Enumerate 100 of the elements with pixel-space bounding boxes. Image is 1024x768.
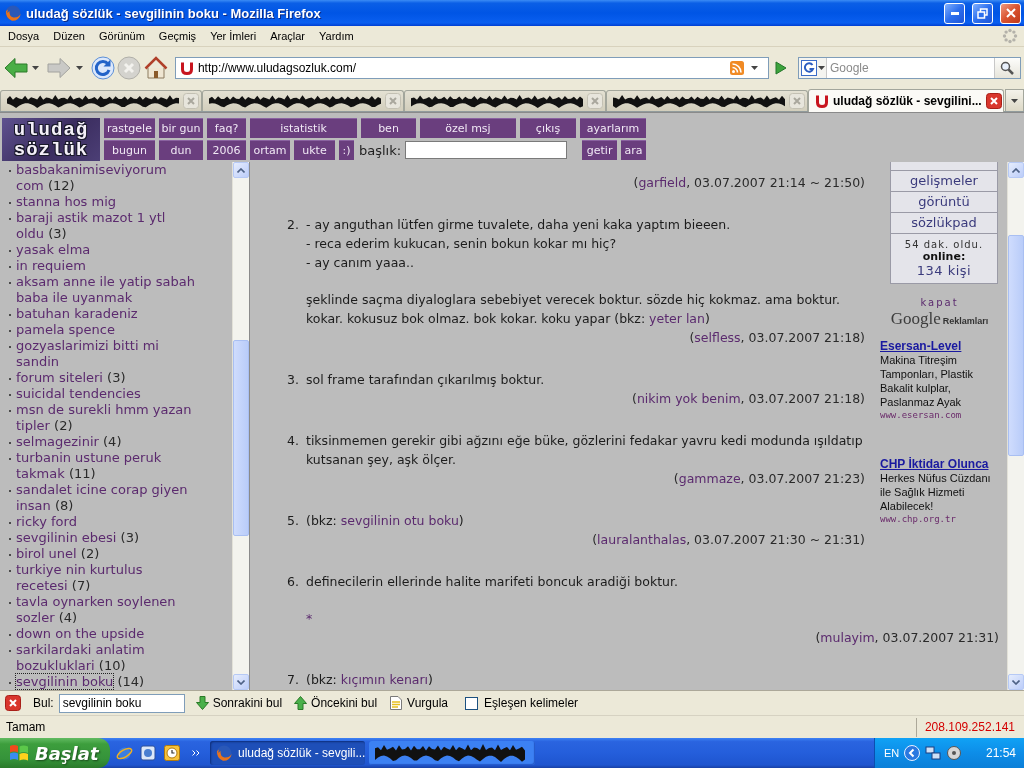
menu-item[interactable]: Dosya xyxy=(1,26,47,46)
find-field[interactable]: sevgilinin boku xyxy=(58,693,185,713)
topic-link[interactable]: ricky ford xyxy=(16,514,77,530)
url-bar[interactable]: http://www.uludagsozluk.com/ xyxy=(174,56,769,79)
search-submit-button[interactable]: ara xyxy=(621,140,647,160)
search-button[interactable] xyxy=(994,57,1020,78)
scroll-up-button[interactable] xyxy=(1008,162,1024,178)
panel-link[interactable]: görüntü xyxy=(891,192,997,213)
scrollbar-thumb[interactable] xyxy=(233,340,249,536)
checkbox[interactable] xyxy=(465,696,479,710)
start-button[interactable]: Başlat xyxy=(0,738,110,768)
highlight-button[interactable]: Vurgula xyxy=(386,693,452,713)
topic-link[interactable]: basbakanimiseviyorum com (12) xyxy=(16,162,196,194)
panel-link[interactable]: sözlükpad xyxy=(891,213,997,234)
quick-launch-button[interactable] xyxy=(138,742,158,764)
topic-link[interactable]: pamela spence xyxy=(16,322,115,338)
topic-link[interactable]: turkiye nin kurtulus recetesi (7) xyxy=(16,562,196,594)
author-link[interactable]: mulayim xyxy=(820,630,875,645)
nav-button[interactable]: ukte xyxy=(294,140,335,160)
online-count[interactable]: 134 kişi xyxy=(916,263,972,279)
site-logo[interactable]: uludağ sözlük xyxy=(2,118,100,161)
scrollbar-thumb[interactable] xyxy=(1008,235,1024,456)
author-link[interactable]: garfield xyxy=(638,175,687,190)
reference-link[interactable]: * xyxy=(306,611,313,626)
nav-button[interactable]: :) xyxy=(339,140,354,160)
nav-button[interactable]: bir gun xyxy=(159,118,203,138)
close-button[interactable] xyxy=(1000,2,1021,24)
search-engine-button[interactable] xyxy=(799,57,827,78)
tab-list-button[interactable] xyxy=(1005,89,1024,111)
reference-link[interactable]: sevgilinin otu boku xyxy=(340,513,459,528)
nav-button[interactable]: ortam xyxy=(250,140,290,160)
topic-link[interactable]: msn de surekli hmm yazan tipler (2) xyxy=(16,402,196,434)
taskbar-button[interactable] xyxy=(369,741,535,765)
author-link[interactable]: selfless xyxy=(694,330,741,345)
topic-link[interactable]: down on the upside xyxy=(16,626,145,642)
topic-link[interactable]: selmagezinir (4) xyxy=(16,434,122,450)
language-indicator[interactable]: EN xyxy=(884,747,900,759)
topic-link[interactable]: sarkilardaki anlatim bozukluklari (10) xyxy=(16,642,196,674)
title-search-field[interactable] xyxy=(405,141,568,159)
nav-button[interactable]: istatistik xyxy=(250,118,357,138)
nav-button[interactable]: ben xyxy=(361,118,416,138)
menu-item[interactable]: Yardım xyxy=(312,26,361,46)
ad-url-link[interactable]: www.esersan.com xyxy=(880,409,962,421)
topic-link[interactable]: forum siteleri (3) xyxy=(16,370,126,386)
restore-button[interactable] xyxy=(972,2,993,24)
topic-link[interactable]: suicidal tendencies xyxy=(16,386,141,402)
ad-title-link[interactable]: CHP İktidar Olunca xyxy=(880,457,989,471)
topic-link[interactable]: turbanin ustune peruk takmak (11) xyxy=(16,450,196,482)
topic-link[interactable]: batuhan karadeniz xyxy=(16,306,138,322)
topic-link[interactable]: in requiem xyxy=(16,258,86,274)
browser-tab[interactable] xyxy=(404,90,606,111)
topic-link[interactable]: stanna hos mig xyxy=(16,194,117,210)
nav-button[interactable]: dun xyxy=(159,140,203,160)
author-link[interactable]: gammaze xyxy=(678,471,741,486)
find-previous-button[interactable]: Öncekini bul xyxy=(291,693,381,713)
topic-link[interactable]: sevgilinin ebesi (3) xyxy=(16,530,139,546)
browser-tab[interactable] xyxy=(606,90,808,111)
browser-tab[interactable] xyxy=(202,90,404,111)
quick-launch-button[interactable] xyxy=(162,742,182,764)
search-bar[interactable]: Google xyxy=(798,56,1021,79)
checkbox-label[interactable]: Eşleşen kelimeler xyxy=(484,696,579,710)
reference-link[interactable]: kıçımın kenarı xyxy=(340,672,429,687)
ad-title-link[interactable]: Esersan-Level xyxy=(880,339,962,353)
find-next-button[interactable]: Sonrakini bul xyxy=(192,693,286,713)
nav-button[interactable]: ayarlarım xyxy=(580,118,646,138)
reference-link[interactable]: yeter lan xyxy=(649,311,705,326)
scroll-down-button[interactable] xyxy=(233,674,249,690)
nav-button[interactable]: 2006 xyxy=(207,140,246,160)
topic-link[interactable]: tavla oynarken soylenen sozler (4) xyxy=(16,594,196,626)
ad-url-link[interactable]: www.chp.org.tr xyxy=(880,513,956,525)
url-field[interactable]: http://www.uludagsozluk.com/ xyxy=(197,60,726,75)
menu-item[interactable]: Araçlar xyxy=(263,26,313,46)
topic-link[interactable]: yasak elma xyxy=(16,242,91,258)
menu-item[interactable]: Görünüm xyxy=(92,26,152,46)
nav-button[interactable]: özel msj xyxy=(420,118,516,138)
topic-link[interactable]: sevgilinin boku (14) xyxy=(16,674,145,690)
nav-button[interactable]: çıkış xyxy=(520,118,576,138)
nav-button[interactable]: bugun xyxy=(104,140,155,160)
minimize-button[interactable] xyxy=(944,2,965,24)
browser-tab[interactable]: uludağ sözlük - sevgilini... xyxy=(808,89,1004,112)
favicon-icon xyxy=(179,60,194,75)
topic-link[interactable]: sandalet icine corap giyen insan (8) xyxy=(16,482,196,514)
menu-item[interactable]: Düzen xyxy=(46,26,92,46)
scroll-down-button[interactable] xyxy=(1008,674,1024,690)
author-link[interactable]: nikim yok benim xyxy=(636,391,741,406)
menu-item[interactable]: Yer İmleri xyxy=(203,26,264,46)
find-close-button[interactable] xyxy=(5,695,21,711)
taskbar-button[interactable]: uludağ sözlük - sevgili... xyxy=(210,741,365,765)
browser-tab[interactable] xyxy=(0,90,202,111)
panel-link[interactable]: gelişmeler xyxy=(891,171,997,192)
topic-link[interactable]: birol unel (2) xyxy=(16,546,100,562)
tab-close-button[interactable] xyxy=(985,93,1002,109)
topic-link[interactable]: baraji astik mazot 1 ytl oldu (3) xyxy=(16,210,196,242)
scroll-up-button[interactable] xyxy=(233,162,249,178)
close-ads-link[interactable]: kapat xyxy=(920,296,959,309)
search-submit-button[interactable]: getir xyxy=(582,140,618,160)
nav-button[interactable]: faq? xyxy=(207,118,246,138)
menu-item[interactable]: Geçmiş xyxy=(151,26,204,46)
nav-button[interactable]: rastgele xyxy=(104,118,155,138)
entry-signature: (gammaze, 03.07.2007 21:23) xyxy=(673,471,865,486)
